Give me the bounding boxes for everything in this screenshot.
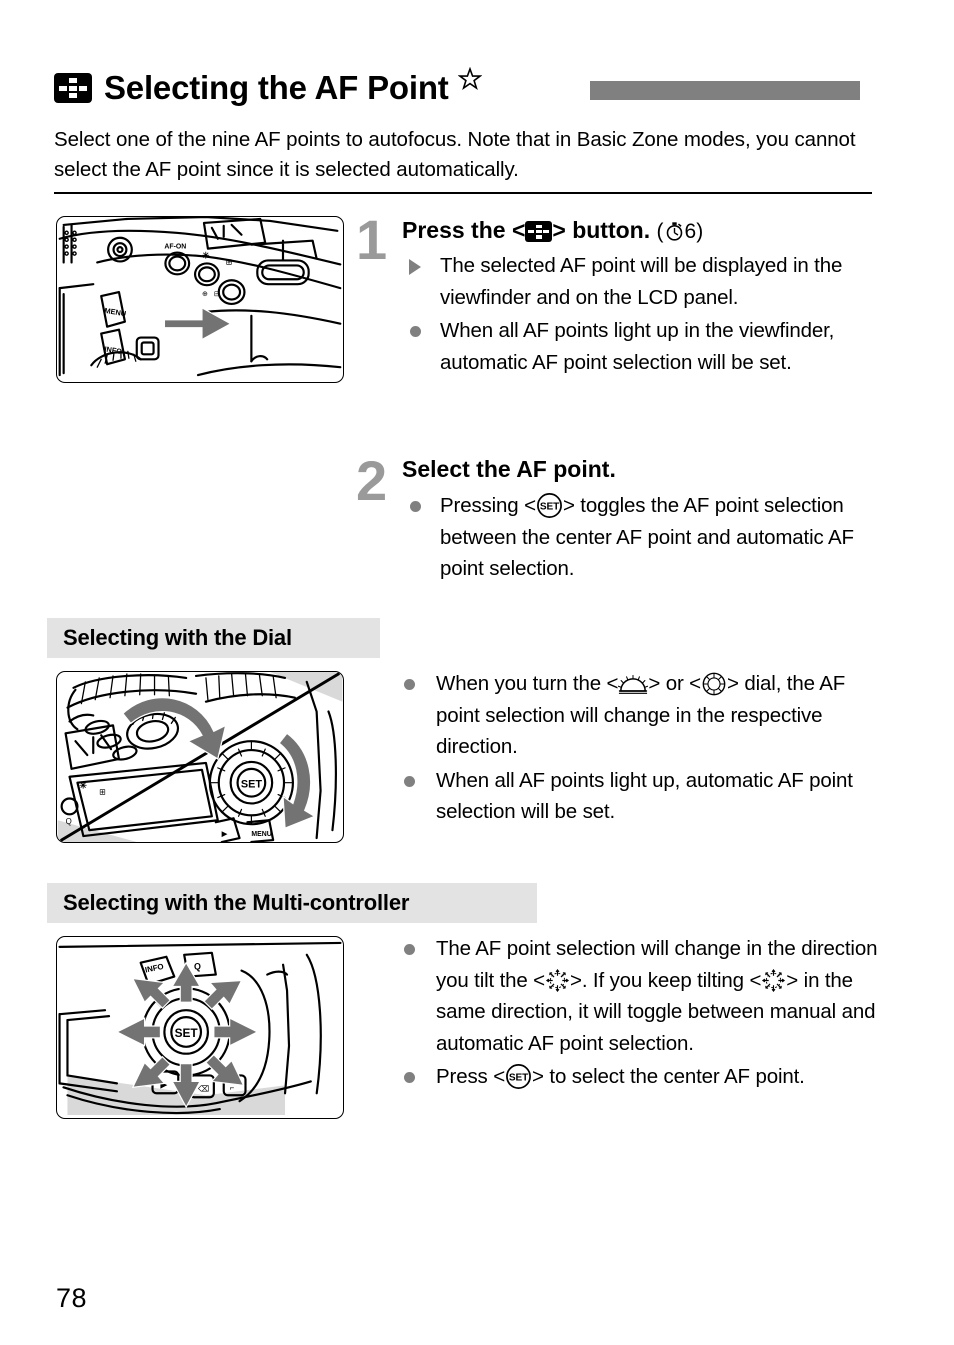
dial-bullet-2-text: When all AF points light up, automatic A…: [436, 768, 853, 824]
dial-bullet-1-text-before: When you turn the <: [436, 672, 619, 695]
timer-note-close: ): [696, 220, 704, 243]
multi-bullet-2: Press < SET > to select the center AF poin…: [390, 1061, 880, 1093]
dot-bullet-icon: [410, 326, 421, 337]
step-1-timer-note: (6): [657, 220, 704, 243]
dot-bullet-icon: [404, 944, 415, 955]
dot-bullet-icon: [404, 775, 415, 787]
step-2-bullet-1: Pressing < SET > toggles the AF point sele…: [402, 490, 872, 585]
set-button-icon: SET: [506, 1064, 531, 1089]
svg-text:SET: SET: [509, 1072, 529, 1083]
svg-text:MENU: MENU: [104, 306, 127, 318]
step-2-heading: Select the AF point.: [402, 456, 616, 482]
step-1-bullet-1-text: The selected AF point will be displayed …: [440, 254, 843, 309]
svg-text:⊞: ⊞: [99, 788, 106, 797]
svg-text:⊟: ⊟: [214, 291, 220, 298]
svg-text:⊕: ⊕: [202, 291, 208, 298]
step-2-bullet-1-text-before: Pressing <: [440, 494, 536, 517]
svg-text:✳: ✳: [202, 250, 210, 260]
svg-text:INFO: INFO: [144, 962, 164, 975]
svg-text:MENU: MENU: [251, 831, 271, 838]
svg-text:AF-ON: AF-ON: [164, 244, 186, 251]
camera-main-dial-and-quick-control-dial-illustration: SET ▶ MENU ✳ ⊞ Q: [56, 671, 344, 843]
multi-controller-icon: [545, 968, 570, 992]
svg-text:Q: Q: [194, 962, 201, 972]
star-icon: [457, 66, 482, 96]
svg-text:⌫: ⌫: [198, 1084, 209, 1093]
page-number: 78: [56, 1283, 88, 1313]
camera-rear-af-point-button-illustration: AF-ON ✳ ⊞ MENU INFO ⊕ ⊟: [56, 216, 344, 383]
step-1-heading-after: > button.: [552, 217, 651, 243]
dial-bullet-1: When you turn the < > or < > dial, the AF …: [390, 668, 880, 763]
step-1-heading-before: Press the <: [402, 217, 526, 243]
intro-paragraph: Select one of the nine AF points to auto…: [54, 128, 856, 181]
step-1-heading: Press the < > button. (6): [402, 217, 703, 244]
dial-section-bullets: When you turn the < > or < > dial, the AF …: [390, 668, 880, 830]
step-1-bullets: The selected AF point will be displayed …: [402, 250, 872, 380]
step-2-bullets: Pressing < SET > toggles the AF point sele…: [402, 490, 872, 587]
af-point-selection-icon: [54, 73, 92, 103]
step-2-number: 2: [356, 449, 388, 512]
divider-rule: [54, 192, 872, 194]
multi-controller-icon: [762, 968, 786, 992]
timer-note-value: 6: [684, 220, 697, 243]
quick-control-dial-icon: [702, 672, 726, 696]
manual-page: Selecting the AF Point Select one of the…: [0, 0, 954, 1345]
svg-text:SET: SET: [241, 779, 262, 791]
step-1-bullet-2: When all AF points light up in the viewf…: [402, 315, 872, 378]
page-title: Selecting the AF Point: [104, 69, 449, 106]
dial-bullet-1-text-mid: > or <: [648, 672, 702, 695]
dot-bullet-icon: [404, 1072, 415, 1083]
section-header-multi-controller: Selecting with the Multi-controller: [47, 883, 537, 923]
svg-text:SET: SET: [175, 1026, 199, 1040]
section-header-dial: Selecting with the Dial: [47, 618, 380, 658]
timer-icon: [666, 222, 682, 241]
svg-text:SET: SET: [540, 501, 560, 512]
svg-text:▶: ▶: [221, 831, 228, 838]
step-1-bullet-2-text: When all AF points light up in the viewf…: [440, 319, 835, 374]
multi-bullet-2-text-after: > to select the center AF point.: [532, 1065, 805, 1088]
step-1-bullet-1: The selected AF point will be displayed …: [402, 250, 872, 313]
dot-bullet-icon: [404, 679, 415, 690]
dot-bullet-icon: [410, 501, 421, 512]
multi-controller-section-bullets: The AF point selection will change in th…: [390, 933, 880, 1095]
title-accent-bar: [590, 81, 860, 100]
set-button-icon: SET: [536, 493, 562, 518]
dial-bullet-2: When all AF points light up, automatic A…: [390, 765, 880, 828]
main-dial-icon: [618, 675, 649, 694]
camera-multi-controller-illustration: SET INFO Q ▶ ⌫ ⌐: [56, 936, 344, 1119]
triangle-bullet-icon: [409, 259, 421, 275]
svg-text:✳: ✳: [79, 781, 87, 791]
multi-bullet-2-text-before: Press <: [436, 1065, 506, 1088]
svg-text:⊞: ⊞: [226, 257, 233, 266]
step-1-number: 1: [356, 208, 388, 271]
multi-bullet-1: The AF point selection will change in th…: [390, 933, 880, 1059]
svg-text:Q: Q: [66, 817, 72, 826]
timer-note-open: (: [656, 220, 664, 243]
af-point-selection-icon: [525, 221, 553, 242]
multi-bullet-1-text-mid: >. If you keep tilting <: [570, 968, 762, 992]
